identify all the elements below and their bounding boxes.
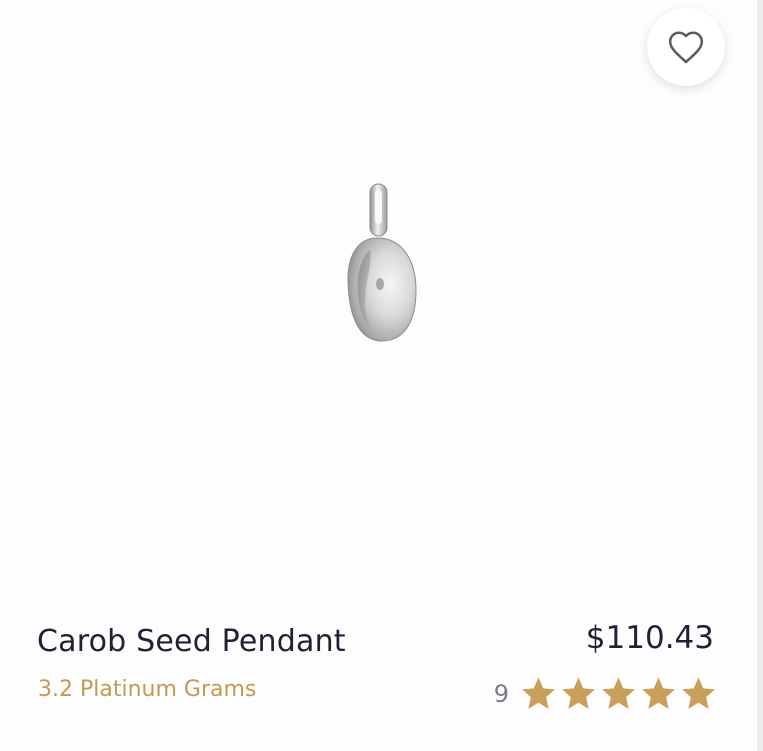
- product-weight: 3.2 Platinum Grams: [38, 677, 257, 702]
- star-icon: [520, 676, 557, 711]
- heart-icon: [667, 29, 705, 65]
- rating[interactable]: 9: [494, 676, 717, 711]
- pendant-illustration: [347, 183, 417, 342]
- star-icon: [640, 676, 677, 711]
- product-name[interactable]: Carob Seed Pendant: [37, 624, 346, 659]
- star-icon: [600, 676, 637, 711]
- star-rating: [520, 676, 717, 711]
- star-icon: [560, 676, 597, 711]
- scrollbar-track: [757, 0, 763, 751]
- product-image[interactable]: [330, 178, 430, 348]
- star-icon: [680, 676, 717, 711]
- favorite-button[interactable]: [647, 8, 725, 86]
- review-count: 9: [493, 679, 509, 708]
- product-card[interactable]: Carob Seed Pendant 3.2 Platinum Grams $1…: [0, 0, 763, 751]
- product-price: $110.43: [585, 620, 714, 656]
